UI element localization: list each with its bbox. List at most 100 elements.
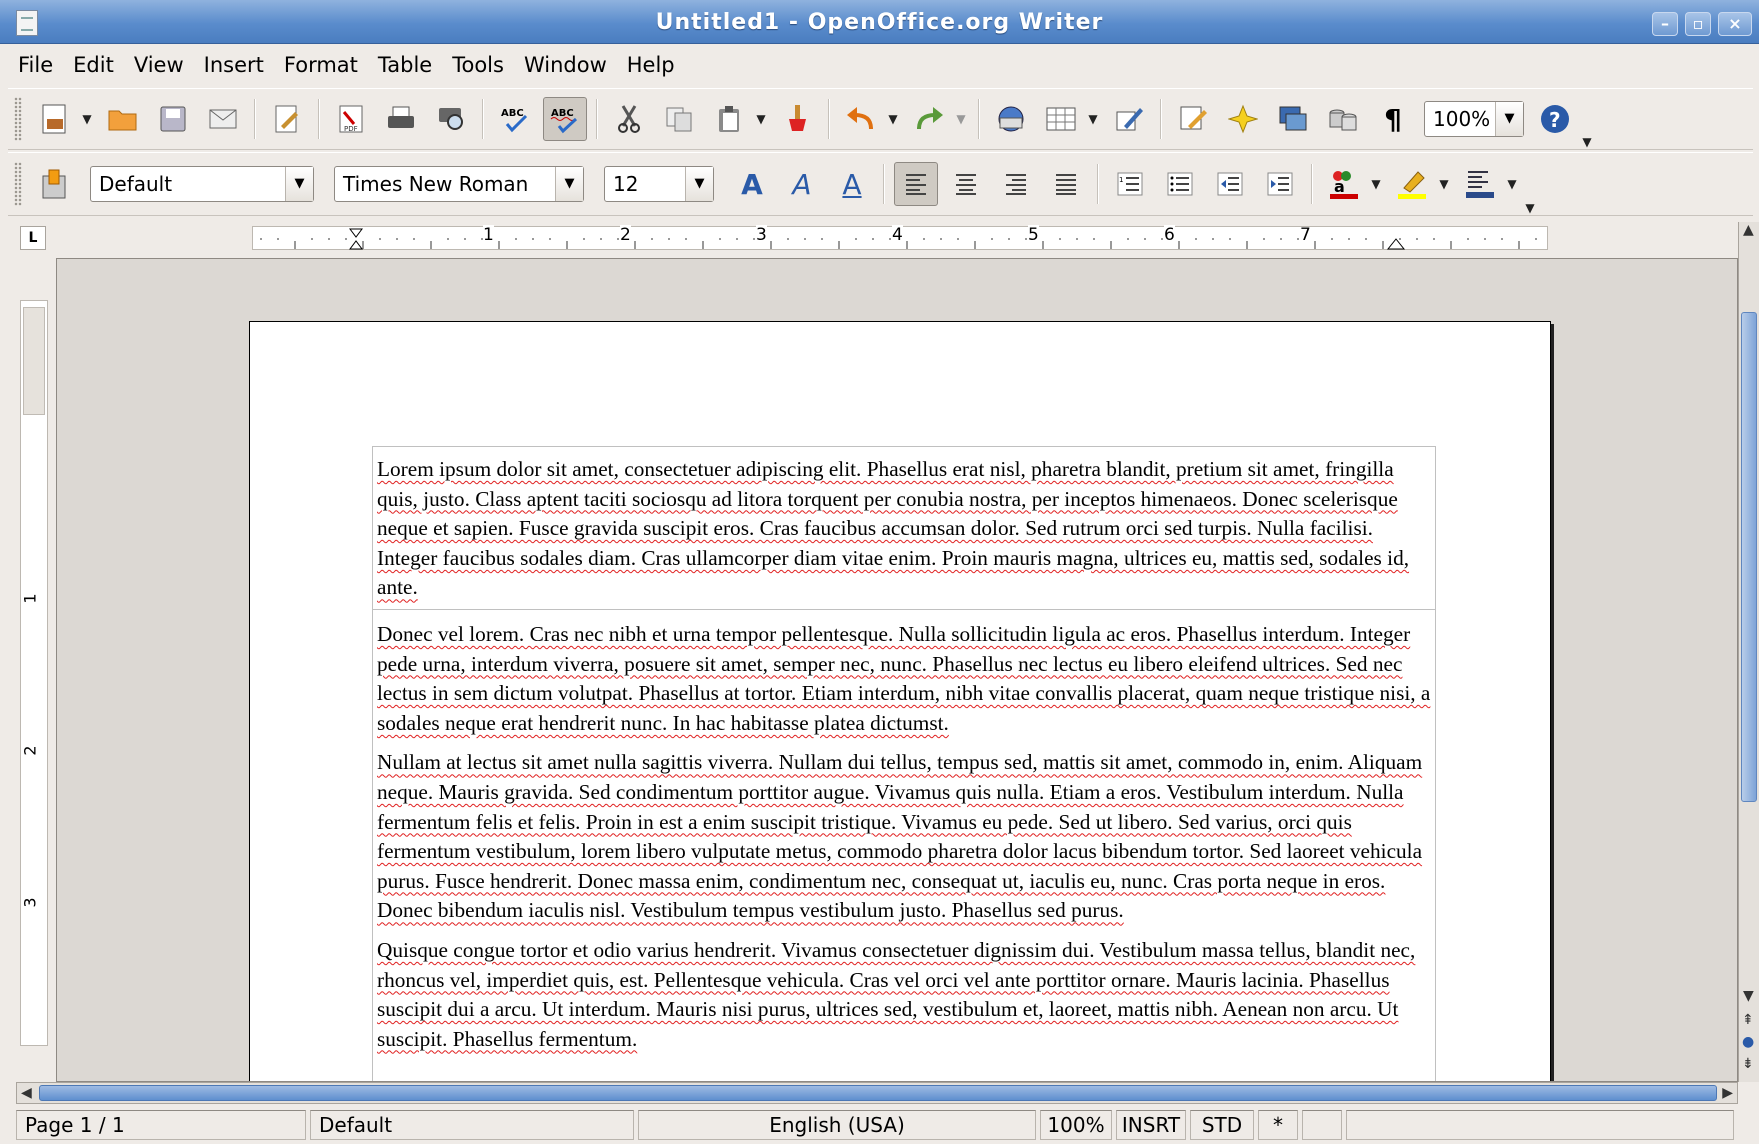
minimize-button[interactable]: –: [1652, 12, 1678, 36]
print-icon[interactable]: [379, 97, 423, 141]
menu-help[interactable]: Help: [617, 53, 685, 77]
toolbar-grip[interactable]: [14, 97, 22, 141]
toolbar-grip[interactable]: [14, 162, 22, 206]
menu-edit[interactable]: Edit: [63, 53, 124, 77]
horizontal-scroll-thumb[interactable]: [39, 1085, 1717, 1101]
ruler-scale[interactable]: 1 2 3 4 5 6 7: [252, 225, 1548, 250]
status-insert-mode[interactable]: INSRT: [1116, 1110, 1186, 1140]
scroll-left-arrow[interactable]: ◀: [21, 1085, 32, 1101]
horizontal-scrollbar[interactable]: ◀ ▶: [16, 1082, 1738, 1104]
export-pdf-icon[interactable]: PDF: [329, 97, 373, 141]
vertical-scrollbar[interactable]: ▲ ▼ ⇞ ● ⇟: [1738, 222, 1759, 1082]
vertical-scroll-thumb[interactable]: [1741, 312, 1757, 802]
background-color-dropdown-arrow[interactable]: ▼: [1505, 177, 1519, 191]
status-zoom[interactable]: 100%: [1040, 1110, 1112, 1140]
font-size-value[interactable]: 12: [605, 172, 685, 196]
paragraph-style-dropdown-arrow[interactable]: ▼: [285, 167, 313, 201]
decrease-indent-icon[interactable]: [1208, 162, 1252, 206]
status-digital-signature[interactable]: [1302, 1110, 1342, 1140]
menu-view[interactable]: View: [124, 53, 194, 77]
new-document-icon[interactable]: [33, 97, 77, 141]
navigation-icon[interactable]: ●: [1742, 1034, 1754, 1050]
justify-icon[interactable]: [1044, 162, 1088, 206]
hyperlink-icon[interactable]: [989, 97, 1033, 141]
text-area[interactable]: Lorem ipsum dolor sit amet, consectetuer…: [372, 446, 1436, 1081]
background-color-icon[interactable]: [1458, 162, 1502, 206]
scroll-right-arrow[interactable]: ▶: [1722, 1085, 1733, 1101]
copy-icon[interactable]: [657, 97, 701, 141]
redo-dropdown-arrow[interactable]: ▼: [954, 112, 968, 126]
document-page[interactable]: Lorem ipsum dolor sit amet, consectetuer…: [249, 321, 1551, 1081]
paragraph[interactable]: Lorem ipsum dolor sit amet, consectetuer…: [373, 447, 1435, 610]
font-color-dropdown-arrow[interactable]: ▼: [1369, 177, 1383, 191]
scroll-down-arrow[interactable]: ▼: [1743, 988, 1754, 1004]
highlighting-dropdown-arrow[interactable]: ▼: [1437, 177, 1451, 191]
scroll-up-arrow[interactable]: ▲: [1743, 222, 1754, 238]
status-language[interactable]: English (USA): [638, 1110, 1036, 1140]
status-page[interactable]: Page 1 / 1: [16, 1110, 306, 1140]
format-paintbrush-icon[interactable]: [775, 97, 819, 141]
increase-indent-icon[interactable]: [1258, 162, 1302, 206]
print-preview-icon[interactable]: [429, 97, 473, 141]
data-sources-icon[interactable]: [1321, 97, 1365, 141]
underline-icon[interactable]: A: [830, 162, 874, 206]
help-icon[interactable]: ?: [1533, 97, 1577, 141]
table-dropdown-arrow[interactable]: ▼: [1086, 112, 1100, 126]
document-area[interactable]: Lorem ipsum dolor sit amet, consectetuer…: [56, 258, 1738, 1082]
font-name-dropdown-arrow[interactable]: ▼: [555, 167, 583, 201]
bullets-icon[interactable]: [1158, 162, 1202, 206]
menu-window[interactable]: Window: [514, 53, 617, 77]
status-page-style[interactable]: Default: [310, 1110, 634, 1140]
menu-table[interactable]: Table: [368, 53, 442, 77]
find-replace-icon[interactable]: [1171, 97, 1215, 141]
formatting-marks-icon[interactable]: ¶: [1371, 97, 1415, 141]
numbering-icon[interactable]: 1: [1108, 162, 1152, 206]
menu-tools[interactable]: Tools: [442, 53, 514, 77]
show-draw-functions-icon[interactable]: [1107, 97, 1151, 141]
font-name-value[interactable]: Times New Roman: [335, 172, 555, 196]
tab-stop-selector[interactable]: L: [20, 226, 46, 250]
cut-icon[interactable]: [607, 97, 651, 141]
toolbar-options-arrow[interactable]: ▼: [1580, 135, 1594, 149]
align-right-icon[interactable]: [994, 162, 1038, 206]
font-color-icon[interactable]: a: [1322, 162, 1366, 206]
paragraph[interactable]: Nullam at lectus sit amet nulla sagittis…: [373, 748, 1435, 926]
navigator-icon[interactable]: [1221, 97, 1265, 141]
vertical-ruler[interactable]: 1 2 3: [20, 300, 48, 1046]
align-left-icon[interactable]: [894, 162, 938, 206]
menu-file[interactable]: File: [8, 53, 63, 77]
edit-file-icon[interactable]: [265, 97, 309, 141]
paste-dropdown-arrow[interactable]: ▼: [754, 112, 768, 126]
undo-dropdown-arrow[interactable]: ▼: [886, 112, 900, 126]
table-icon[interactable]: [1039, 97, 1083, 141]
styles-formatting-icon[interactable]: [33, 162, 77, 206]
next-page-icon[interactable]: ⇟: [1742, 1056, 1754, 1072]
open-folder-icon[interactable]: [101, 97, 145, 141]
menu-insert[interactable]: Insert: [194, 53, 274, 77]
menu-format[interactable]: Format: [274, 53, 368, 77]
autospellcheck-icon[interactable]: ABC: [543, 97, 587, 141]
font-size-combobox[interactable]: 12 ▼: [604, 166, 714, 202]
redo-icon[interactable]: [907, 97, 951, 141]
bold-icon[interactable]: A: [730, 162, 774, 206]
paste-icon[interactable]: [707, 97, 751, 141]
previous-page-icon[interactable]: ⇞: [1742, 1012, 1754, 1028]
status-modified[interactable]: *: [1258, 1110, 1298, 1140]
zoom-dropdown-arrow[interactable]: ▼: [1495, 102, 1523, 136]
highlighting-icon[interactable]: [1390, 162, 1434, 206]
toolbar-options-arrow[interactable]: ▼: [1523, 201, 1537, 215]
paragraph[interactable]: Donec vel lorem. Cras nec nibh et urna t…: [373, 620, 1435, 738]
undo-icon[interactable]: [839, 97, 883, 141]
zoom-value[interactable]: 100%: [1425, 107, 1495, 131]
spellcheck-icon[interactable]: ABC: [493, 97, 537, 141]
font-size-dropdown-arrow[interactable]: ▼: [685, 167, 713, 201]
status-selection-mode[interactable]: STD: [1190, 1110, 1254, 1140]
gallery-icon[interactable]: [1271, 97, 1315, 141]
email-document-icon[interactable]: [201, 97, 245, 141]
paragraph-style-combobox[interactable]: Default ▼: [90, 166, 314, 202]
font-name-combobox[interactable]: Times New Roman ▼: [334, 166, 584, 202]
paragraph[interactable]: Quisque congue tortor et odio varius hen…: [373, 936, 1435, 1054]
close-button[interactable]: ×: [1718, 12, 1752, 36]
italic-icon[interactable]: A: [780, 162, 824, 206]
zoom-combobox[interactable]: 100% ▼: [1424, 101, 1524, 137]
